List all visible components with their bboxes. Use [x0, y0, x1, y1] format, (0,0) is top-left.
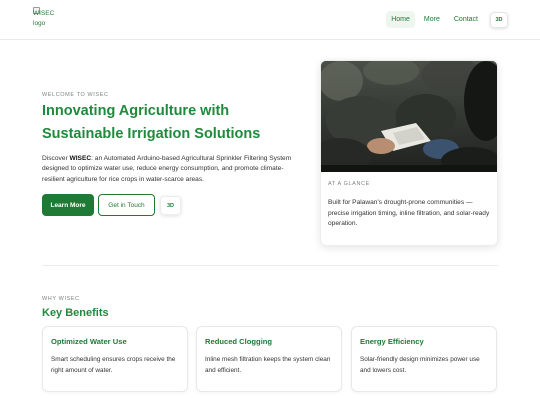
- hero-desc-brand: WISEC: [69, 155, 92, 162]
- site-logo[interactable]: WISEC logo: [33, 7, 63, 33]
- benefit-card-energy: Energy Efficiency Solar-friendly design …: [351, 326, 497, 392]
- audience-photo-art: [321, 61, 497, 172]
- hero-desc-prefix: Discover: [42, 155, 70, 162]
- header-3d-toggle-button[interactable]: 3D: [490, 11, 508, 28]
- nav-more-link[interactable]: More: [419, 11, 445, 28]
- main-nav: Home More Contact 3D: [386, 11, 508, 28]
- benefit-text: Solar-friendly design minimizes power us…: [360, 356, 480, 374]
- hero-description: Discover WISEC: an Automated Arduino-bas…: [42, 154, 304, 185]
- learn-more-button[interactable]: Learn More: [42, 194, 94, 216]
- benefit-card-water: Optimized Water Use Smart scheduling ens…: [42, 326, 188, 392]
- nav-contact-link[interactable]: Contact: [449, 11, 483, 28]
- benefit-text: Inline mesh filtration keeps the system …: [205, 356, 331, 374]
- audience-photo: [321, 61, 497, 172]
- benefit-title: Optimized Water Use: [51, 337, 127, 346]
- hero-eyebrow: WELCOME TO WISEC: [42, 92, 109, 98]
- key-benefits-title: Key Benefits: [42, 307, 109, 319]
- nav-home-link[interactable]: Home: [386, 11, 415, 28]
- why-eyebrow: WHY WISEC: [42, 296, 80, 302]
- benefit-title: Reduced Clogging: [205, 337, 273, 346]
- get-in-touch-button[interactable]: Get in Touch: [98, 194, 155, 216]
- section-divider: [42, 265, 498, 266]
- hero-title: Innovating Agriculture with Sustainable …: [42, 103, 261, 142]
- benefit-card-clogging: Reduced Clogging Inline mesh filtration …: [196, 326, 342, 392]
- glance-text: Built for Palawan's drought-prone commun…: [328, 199, 490, 228]
- logo-alt-text: WISEC logo: [33, 10, 55, 27]
- site-header: WISEC logo Home More Contact 3D: [0, 0, 540, 40]
- glance-card: AT A GLANCE Built for Palawan's drought-…: [320, 60, 498, 246]
- benefit-text: Smart scheduling ensures crops receive t…: [51, 356, 176, 374]
- glance-label: AT A GLANCE: [328, 181, 370, 187]
- hero-3d-toggle-button[interactable]: 3D: [160, 196, 181, 215]
- benefit-title: Energy Efficiency: [360, 337, 424, 346]
